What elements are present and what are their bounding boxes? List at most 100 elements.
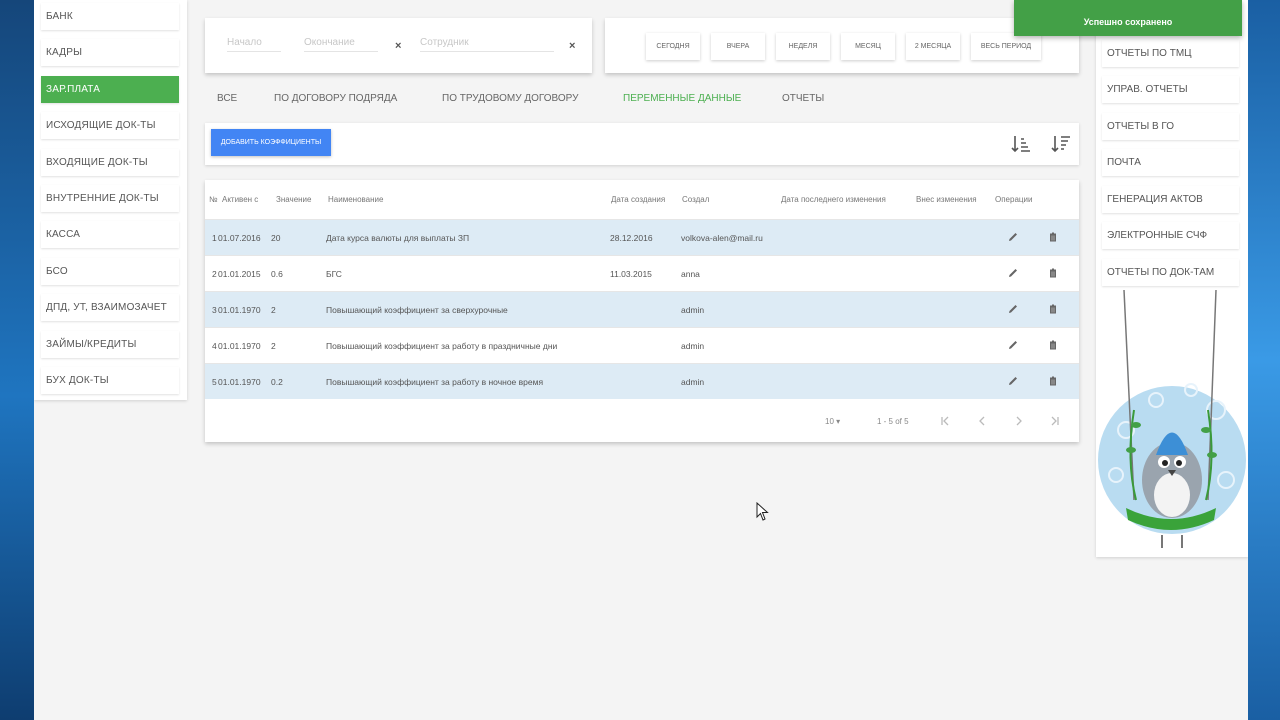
sidebar-item-doc-reports[interactable]: Отчеты по док-там [1102,259,1239,286]
cell-value: 2 [271,341,276,351]
cell-name: Повышающий коэффициент за работу в ночно… [326,377,544,387]
app-window: Банк Кадры Зар.плата Исходящие док-ты Вх… [34,0,1248,720]
sidebar-item-cash[interactable]: Касса [41,221,179,249]
cell-active-from: 01.01.1970 [218,341,261,351]
delete-icon[interactable] [1047,267,1059,279]
sort-descending-icon[interactable] [1051,134,1071,154]
header-last-modified[interactable]: Дата последнего изменения [781,195,886,204]
header-value[interactable]: Значение [276,195,311,204]
desktop-background-right [1248,0,1280,720]
next-page-icon[interactable] [1013,415,1025,427]
cell-active-from: 01.01.1970 [218,305,261,315]
delete-icon[interactable] [1047,303,1059,315]
period-week-button[interactable]: Неделя [776,33,830,60]
table-row[interactable]: 5 01.01.1970 0.2 Повышающий коэффициент … [205,363,1079,399]
sidebar-item-management-reports[interactable]: Управ. отчеты [1102,76,1239,103]
sidebar-item-outgoing-docs[interactable]: Исходящие док-ты [41,112,179,140]
clear-employee-icon[interactable]: × [569,40,575,52]
previous-page-icon[interactable] [976,415,988,427]
sidebar-item-incoming-docs[interactable]: Входящие док-ты [41,148,179,176]
cell-value: 0.2 [271,377,283,387]
cell-num: 1 [212,233,217,243]
header-creator[interactable]: Создал [682,195,709,204]
cell-name: Повышающий коэффициент за работу в празд… [326,341,558,351]
period-all-button[interactable]: Весь период [971,33,1041,60]
tab-reports[interactable]: Отчеты [782,93,824,104]
table-row[interactable]: 3 01.01.1970 2 Повышающий коэффициент за… [205,291,1079,327]
coefficients-table: № Активен с Значение Наименование Дата с… [205,180,1079,442]
period-2months-button[interactable]: 2 месяца [906,33,960,60]
header-active-from[interactable]: Активен с [222,195,258,204]
period-month-button[interactable]: Месяц [841,33,895,60]
edit-icon[interactable] [1007,303,1019,315]
page-size-select[interactable]: 10 ▾ [825,417,840,426]
sidebar-item-dpd[interactable]: ДПД, УТ, Взаимозачет [41,294,179,322]
cell-name: БГС [326,269,342,279]
period-yesterday-button[interactable]: Вчера [711,33,765,60]
sidebar-item-salary[interactable]: Зар.плата [41,75,179,103]
last-page-icon[interactable] [1049,415,1061,427]
cell-num: 3 [212,305,217,315]
period-panel: Сегодня Вчера Неделя Месяц 2 месяца Весь… [605,18,1079,73]
employee-input[interactable]: Сотрудник [420,37,554,52]
tab-all[interactable]: Все [217,93,237,104]
header-num[interactable]: № [209,195,218,204]
table-row[interactable]: 4 01.01.1970 2 Повышающий коэффициент за… [205,327,1079,363]
sidebar-item-go-reports[interactable]: Отчеты в ГО [1102,113,1239,140]
table-row[interactable]: 1 01.07.2016 20 Дата курса валюты для вы… [205,219,1079,255]
cell-num: 5 [212,377,217,387]
cell-active-from: 01.01.2015 [218,269,261,279]
sidebar-item-electronic-invoices[interactable]: Электронные СЧФ [1102,222,1239,249]
sidebar-item-mail[interactable]: Почта [1102,149,1239,176]
sort-ascending-icon[interactable] [1011,134,1031,154]
sidebar-item-internal-docs[interactable]: Внутренние док-ты [41,184,179,212]
desktop-background-left [0,0,34,720]
sidebar-item-accounting-docs[interactable]: Бух док-ты [41,366,179,394]
cell-creator: admin [681,377,705,387]
sidebar-item-tmc-reports[interactable]: Отчеты по ТМЦ [1102,40,1239,67]
tab-contract[interactable]: По договору подряда [274,93,397,104]
filter-panel: Начало Окончание × Сотрудник × [205,18,592,73]
edit-icon[interactable] [1007,267,1019,279]
header-operations: Операции [995,195,1033,204]
success-toast: Успешно сохранено [1014,0,1242,36]
delete-icon[interactable] [1047,375,1059,387]
clear-dates-icon[interactable]: × [395,40,401,52]
delete-icon[interactable] [1047,339,1059,351]
cell-value: 20 [271,233,281,243]
cell-creator: admin [681,305,705,315]
tab-employment[interactable]: По трудовому договору [442,93,578,104]
first-page-icon[interactable] [939,415,951,427]
mouse-cursor-icon [756,502,769,521]
sidebar-item-loans[interactable]: Займы/Кредиты [41,330,179,358]
cell-active-from: 01.01.1970 [218,377,261,387]
sidebar-item-bso[interactable]: БСО [41,257,179,285]
cell-creator: admin [681,341,705,351]
page-size-value: 10 [825,417,834,426]
delete-icon[interactable] [1047,231,1059,243]
edit-icon[interactable] [1007,375,1019,387]
header-name[interactable]: Наименование [328,195,383,204]
cell-creator: anna [681,269,700,279]
cell-value: 2 [271,305,276,315]
cell-created: 11.03.2015 [610,269,652,279]
sidebar-item-bank[interactable]: Банк [41,3,179,30]
sidebar-item-hr[interactable]: Кадры [41,39,179,67]
header-modified-by[interactable]: Внес изменения [916,195,977,204]
cell-active-from: 01.07.2016 [218,233,261,243]
table-row[interactable]: 2 01.01.2015 0.6 БГС 11.03.2015 anna [205,255,1079,291]
cell-name: Дата курса валюты для выплаты ЗП [326,233,470,243]
cell-created: 28.12.2016 [610,233,653,243]
mascot-bird-illustration [1098,290,1246,548]
edit-icon[interactable] [1007,339,1019,351]
period-today-button[interactable]: Сегодня [646,33,700,60]
tab-variable-data[interactable]: Переменные данные [623,93,741,104]
sidebar-item-acts-generation[interactable]: Генерация актов [1102,186,1239,213]
start-date-input[interactable]: Начало [227,37,281,52]
cell-value: 0.6 [271,269,283,279]
edit-icon[interactable] [1007,231,1019,243]
header-created[interactable]: Дата создания [611,195,665,204]
add-coefficients-button[interactable]: Добавить коэффициенты [211,129,331,156]
pagination-range: 1 - 5 of 5 [877,417,909,426]
end-date-input[interactable]: Окончание [304,37,378,52]
